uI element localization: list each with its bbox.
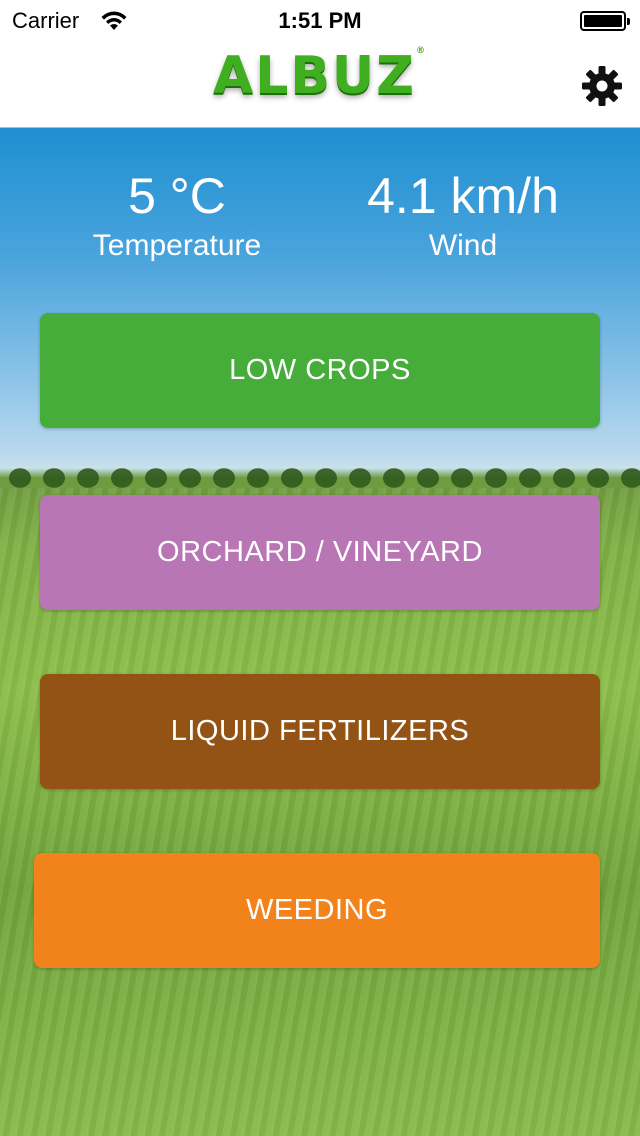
temperature-value: 5 °C (128, 168, 226, 224)
weeding-label: WEEDING (245, 894, 389, 926)
temperature-label: Temperature (92, 229, 262, 262)
orchard-vineyard-button[interactable]: ORCHARD / VINEYARD (40, 495, 600, 610)
wind-label: Wind (428, 229, 498, 262)
low-crops-label: LOW CROPS (229, 354, 411, 386)
weeding-button[interactable]: WEEDING (34, 853, 600, 968)
logo-registered-mark: ® (415, 46, 427, 56)
status-bar: Carrier 1:51 PM (0, 0, 640, 40)
logo-text: ALBUZ (213, 46, 416, 106)
wind-widget: 4.1 km/h Wind (313, 168, 613, 266)
status-time: 1:51 PM (278, 8, 362, 33)
temperature-widget: 5 °C Temperature (27, 168, 327, 266)
orchard-vineyard-label: ORCHARD / VINEYARD (157, 536, 483, 568)
battery-icon (580, 11, 630, 31)
wind-value: 4.1 km/h (367, 168, 559, 224)
gear-icon[interactable] (580, 64, 624, 108)
liquid-fertilizers-label: LIQUID FERTILIZERS (170, 715, 470, 747)
low-crops-button[interactable]: LOW CROPS (40, 313, 600, 428)
background-treeline (0, 458, 640, 492)
albuz-logo: ALBUZ® (0, 46, 640, 106)
nav-bar: ALBUZ® (0, 40, 640, 128)
liquid-fertilizers-button[interactable]: LIQUID FERTILIZERS (40, 674, 600, 789)
main-content: 5 °C Temperature 4.1 km/h Wind LOW CROPS… (0, 128, 640, 1136)
